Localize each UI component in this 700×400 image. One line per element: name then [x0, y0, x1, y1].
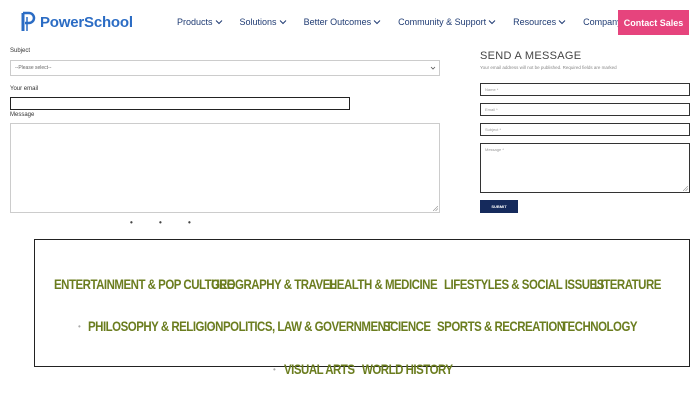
top-navigation: PowerSchool Products Solutions Better Ou…: [0, 0, 700, 48]
message-textarea[interactable]: [10, 123, 440, 213]
category-row-3: • VISUAL ARTS • WORLD HISTORY: [273, 361, 453, 377]
subject-select[interactable]: --Please select--: [10, 60, 440, 76]
category-separator: •: [78, 321, 81, 331]
nav-item-label: Resources: [513, 17, 557, 27]
category-separator: •: [273, 364, 276, 374]
nav-item-solutions[interactable]: Solutions: [240, 17, 287, 27]
subject-label: Subject: [10, 48, 31, 54]
chevron-down-icon: [279, 20, 286, 25]
nav-item-products[interactable]: Products: [177, 17, 223, 27]
resize-handle-icon[interactable]: [683, 186, 688, 191]
email-placeholder: Email *: [485, 107, 498, 112]
nav-item-community-support[interactable]: Community & Support: [398, 17, 496, 27]
email-field[interactable]: [10, 97, 350, 110]
chevron-down-icon: [558, 20, 566, 25]
category-link[interactable]: POLITICS, LAW & GOVERNMENT: [223, 318, 392, 334]
name-field[interactable]: Name *: [480, 83, 690, 96]
message-placeholder: Message *: [485, 147, 504, 152]
nav-item-resources[interactable]: Resources: [513, 17, 566, 27]
nav-item-label: Better Outcomes: [303, 17, 372, 27]
contact-sales-button[interactable]: Contact Sales: [618, 10, 689, 35]
nav-item-label: Company: [583, 17, 622, 27]
name-placeholder: Name *: [485, 87, 499, 92]
category-link[interactable]: LIFESTYLES & SOCIAL ISSUES: [444, 276, 604, 292]
email-input[interactable]: Email *: [480, 103, 690, 116]
chevron-down-icon: [430, 66, 436, 70]
logo-text: PowerSchool: [40, 13, 133, 31]
chevron-down-icon: [215, 20, 222, 25]
message-label: Message: [10, 112, 35, 118]
nav-item-label: Solutions: [239, 17, 277, 27]
chevron-down-icon: [488, 20, 496, 25]
send-message-title: SEND A MESSAGE: [480, 50, 582, 62]
email-label: Your email: [10, 86, 39, 92]
nav-menu: Products Solutions Better Outcomes Commu…: [177, 17, 649, 27]
submit-button[interactable]: SUBMIT: [480, 200, 518, 213]
subject-input[interactable]: Subject *: [480, 123, 690, 136]
category-row-1: ENTERTAINMENT & POP CULTURE • GEOGRAPHY …: [54, 276, 661, 292]
category-link[interactable]: VISUAL ARTS: [284, 361, 355, 377]
categories-box: [34, 239, 690, 367]
powerschool-logo-icon: [21, 11, 36, 31]
category-link[interactable]: PHILOSOPHY & RELIGION: [88, 318, 223, 334]
loading-dots: • • •: [130, 218, 203, 227]
category-link[interactable]: WORLD HISTORY: [362, 361, 453, 377]
message-field[interactable]: Message *: [480, 143, 690, 193]
nav-item-label: Products: [177, 17, 213, 27]
category-row-2: • PHILOSOPHY & RELIGION • POLITICS, LAW …: [78, 318, 638, 334]
category-link[interactable]: SPORTS & RECREATION: [437, 318, 565, 334]
category-link[interactable]: LITERATURE: [594, 276, 661, 292]
category-link[interactable]: GEOGRAPHY & TRAVEL: [211, 276, 337, 292]
category-link[interactable]: TECHNOLOGY: [561, 318, 638, 334]
category-link[interactable]: HEALTH & MEDICINE: [329, 276, 438, 292]
subject-select-value: --Please select--: [15, 65, 52, 71]
category-link[interactable]: ENTERTAINMENT & POP CULTURE: [54, 276, 234, 292]
logo[interactable]: PowerSchool: [20, 11, 133, 33]
nav-item-better-outcomes[interactable]: Better Outcomes: [304, 17, 382, 27]
resize-handle-icon[interactable]: [433, 206, 438, 211]
required-fields-note: Your email address will not be published…: [480, 65, 617, 70]
subject-placeholder: Subject *: [485, 127, 502, 132]
nav-item-label: Community & Support: [398, 17, 487, 27]
category-link[interactable]: SCIENCE: [383, 318, 431, 334]
chevron-down-icon: [373, 20, 381, 25]
